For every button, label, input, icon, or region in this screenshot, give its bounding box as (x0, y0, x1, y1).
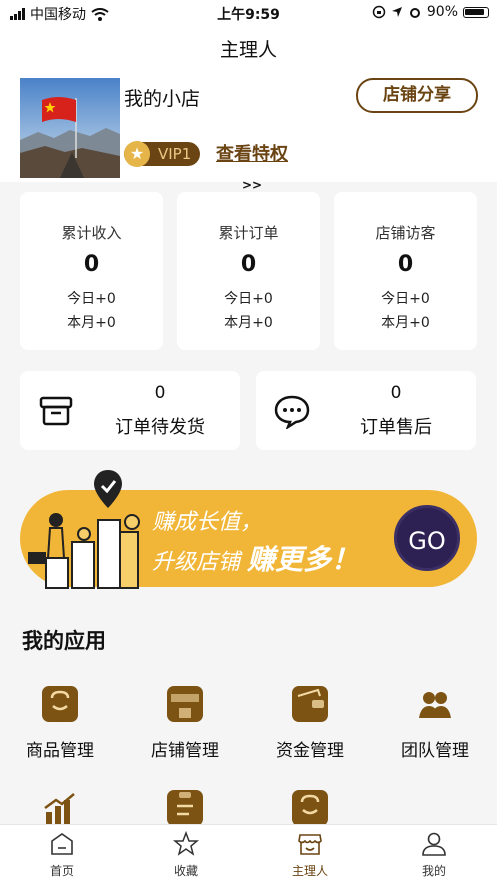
stat-card-visitors[interactable]: 店铺访客 0 今日+0 本月+0 (334, 192, 477, 350)
vip-badge: ★ VIP1 (124, 141, 200, 167)
app-label: 商品管理 (26, 741, 94, 761)
growth-banner[interactable]: 赚成长值， 升级店铺 赚更多！ GO (20, 470, 477, 589)
tab-manager[interactable]: 主理人 (275, 831, 345, 879)
vip-level: VIP1 (158, 145, 192, 163)
star-icon (172, 830, 200, 856)
clipboard-icon (167, 790, 203, 826)
order-label: 订单待发货 (115, 417, 205, 438)
order-label: 订单售后 (360, 417, 432, 438)
app-label: 店铺管理 (151, 741, 219, 761)
battery-percent: 90% (426, 4, 458, 20)
order-count: 0 (390, 383, 402, 403)
stat-today: 今日+0 (224, 291, 273, 307)
stat-card-orders[interactable]: 累计订单 0 今日+0 本月+0 (177, 192, 320, 350)
stat-month: 本月+0 (67, 315, 116, 331)
app-team-management[interactable]: 团队管理 (385, 686, 485, 761)
stat-title: 店铺访客 (375, 224, 436, 242)
banner-line2b: 赚更多！ (247, 543, 360, 576)
stat-card-income[interactable]: 累计收入 0 今日+0 本月+0 (20, 192, 163, 350)
go-button[interactable]: GO (394, 505, 460, 571)
tab-favorites[interactable]: 收藏 (151, 830, 221, 879)
app-product-management[interactable]: 商品管理 (10, 686, 110, 761)
orders-after-sale-card[interactable]: 0 订单售后 (256, 371, 476, 450)
home-icon (51, 833, 73, 855)
stat-value: 0 (83, 252, 100, 277)
shopping-bag-icon (42, 686, 78, 722)
shop-share-button[interactable]: 店铺分享 (356, 78, 478, 113)
orders-to-ship-card[interactable]: 0 订单待发货 (20, 371, 240, 450)
battery-icon (463, 6, 489, 18)
status-bar: 中国移动 上午9:59 90% (0, 0, 497, 26)
tab-label: 首页 (49, 864, 74, 878)
app-fund-management[interactable]: 资金管理 (260, 686, 360, 761)
stat-value: 0 (397, 252, 414, 277)
box-icon (39, 396, 73, 426)
view-privilege-link[interactable]: 查看特权 (216, 140, 288, 166)
stat-title: 累计收入 (61, 224, 122, 242)
status-right: 90% (372, 4, 489, 20)
stat-today: 今日+0 (381, 291, 430, 307)
location-icon (391, 7, 402, 17)
banner-line2a: 升级店铺 (152, 550, 241, 575)
stat-today: 今日+0 (67, 291, 116, 307)
wallet-icon (292, 686, 328, 722)
my-apps-title: 我的应用 (22, 629, 106, 653)
team-icon (417, 686, 453, 722)
nav-title: 主理人 (0, 26, 497, 74)
tab-label: 我的 (421, 864, 446, 878)
tab-home[interactable]: 首页 (27, 831, 97, 879)
store-icon (298, 834, 322, 855)
order-count: 0 (154, 383, 166, 403)
more-arrows[interactable]: >> (242, 178, 262, 192)
app-label: 资金管理 (276, 741, 344, 761)
stat-month: 本月+0 (381, 315, 430, 331)
stat-value: 0 (240, 252, 257, 277)
banner-line1: 赚成长值， (152, 510, 263, 535)
tab-label: 收藏 (173, 864, 198, 878)
app-label: 团队管理 (401, 741, 469, 761)
user-icon (422, 832, 446, 856)
alarm-icon (409, 8, 420, 18)
banner-line2: 升级店铺 赚更多！ (152, 538, 359, 578)
rotation-lock-icon (372, 5, 386, 19)
chat-bubble-icon (274, 395, 310, 429)
app-shop-management[interactable]: 店铺管理 (135, 686, 235, 761)
tab-label: 主理人 (291, 864, 328, 878)
tab-bar: 首页 收藏 主理人 我的 (0, 824, 497, 884)
storefront-icon (167, 686, 203, 722)
star-icon: ★ (124, 141, 150, 167)
tab-me[interactable]: 我的 (399, 831, 469, 879)
shop-header: 我的小店 ★ VIP1 查看特权 >> 店铺分享 (0, 74, 497, 192)
stat-title: 累计订单 (218, 224, 279, 242)
stat-month: 本月+0 (224, 315, 273, 331)
shopping-bag-icon (292, 790, 328, 826)
bar-chart-icon (42, 790, 78, 826)
growth-illustration-icon (28, 470, 140, 589)
shop-name: 我的小店 (124, 88, 201, 110)
shop-avatar[interactable] (20, 78, 120, 178)
